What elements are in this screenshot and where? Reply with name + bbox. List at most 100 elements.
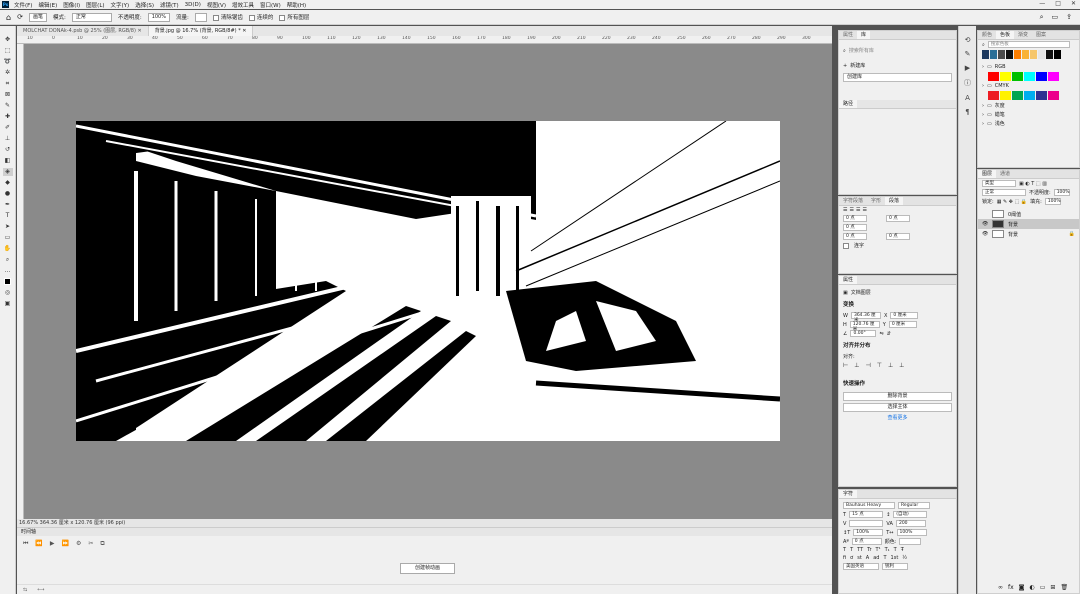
quick-actions-title[interactable]: 快速操作 bbox=[839, 376, 956, 390]
color-swatch[interactable] bbox=[1036, 91, 1047, 100]
workspace-icon[interactable]: ▭ bbox=[1052, 13, 1059, 22]
font-style-dropdown[interactable]: Regular bbox=[898, 502, 930, 509]
plus-icon[interactable]: + bbox=[843, 63, 847, 69]
menu-type[interactable]: 文字(Y) bbox=[111, 1, 130, 9]
angle-field[interactable]: 0.00° bbox=[850, 330, 877, 337]
play-actions-icon[interactable]: ▶ bbox=[965, 64, 970, 72]
color-swatch-icon[interactable] bbox=[3, 278, 13, 286]
menu-layer[interactable]: 图层(L) bbox=[86, 1, 104, 9]
select-subject-button[interactable]: 选择主体 bbox=[843, 403, 952, 412]
transition-icon[interactable]: ⧉ bbox=[100, 540, 104, 548]
shape-tool-icon[interactable]: ▭ bbox=[3, 234, 13, 242]
tab-patterns[interactable]: 图案 bbox=[1032, 31, 1050, 39]
eyedropper-tool-icon[interactable]: ✎ bbox=[3, 102, 13, 110]
indent-right-field[interactable]: 0 点 bbox=[886, 215, 910, 222]
tab-color[interactable]: 颜色 bbox=[978, 31, 996, 39]
screen-mode-icon[interactable]: ▣ bbox=[3, 300, 13, 308]
zoom-tool-icon[interactable]: ⌕ bbox=[3, 256, 13, 264]
flip-h-icon[interactable]: ⇋ bbox=[879, 331, 883, 337]
first-frame-icon[interactable]: ⏮ bbox=[23, 540, 28, 548]
layer-opacity-field[interactable]: 100% bbox=[1053, 189, 1070, 196]
color-swatch[interactable] bbox=[1022, 50, 1029, 59]
menu-help[interactable]: 帮助(H) bbox=[287, 1, 306, 9]
quick-mask-icon[interactable]: ◎ bbox=[3, 289, 13, 297]
history-icon[interactable]: ⟲ bbox=[965, 36, 971, 44]
menu-view[interactable]: 视图(V) bbox=[207, 1, 226, 9]
contiguous-option[interactable]: 连续的 bbox=[248, 13, 273, 21]
tracking-field[interactable]: 200 bbox=[895, 520, 926, 527]
color-swatch[interactable] bbox=[1006, 50, 1013, 59]
language-dropdown[interactable]: 美国英语 bbox=[843, 563, 879, 570]
mask-icon[interactable]: ◙ bbox=[1019, 584, 1025, 591]
tab-paths[interactable]: 路径 bbox=[839, 100, 858, 108]
tab-channels[interactable]: 通道 bbox=[996, 170, 1014, 178]
library-item[interactable]: 创建库 bbox=[843, 73, 952, 82]
color-swatch[interactable] bbox=[998, 50, 1005, 59]
horizontal-scale-field[interactable]: 100% bbox=[896, 529, 927, 536]
marquee-tool-icon[interactable]: ⬚ bbox=[3, 47, 13, 55]
antialias-dropdown[interactable]: 锐利 bbox=[882, 563, 908, 570]
layer-kind-filter[interactable]: 类型 bbox=[982, 180, 1016, 187]
color-swatch[interactable] bbox=[1024, 72, 1035, 81]
search-icon[interactable]: ⌕ bbox=[1040, 13, 1044, 22]
flip-v-icon[interactable]: ⇵ bbox=[887, 331, 891, 337]
magic-wand-tool-icon[interactable]: ✲ bbox=[3, 69, 13, 77]
dodge-tool-icon[interactable]: ● bbox=[3, 190, 13, 198]
filter-icons[interactable]: ▣ ◐ T ⬚ ▥ bbox=[1019, 181, 1047, 187]
color-swatch[interactable] bbox=[1014, 50, 1021, 59]
next-frame-icon[interactable]: ⏩ bbox=[62, 540, 69, 548]
align-vcenter-icon[interactable]: ⊥ bbox=[888, 362, 893, 369]
tab-properties[interactable]: 属性 bbox=[839, 31, 857, 39]
color-swatch[interactable] bbox=[1048, 91, 1059, 100]
menu-select[interactable]: 选择(S) bbox=[135, 1, 154, 9]
color-swatch[interactable] bbox=[1000, 91, 1011, 100]
lock-icons[interactable]: ▦ ✎ ✥ ⬚ 🔒 bbox=[997, 199, 1027, 205]
convert-icon[interactable]: ⇆ bbox=[23, 587, 27, 593]
first-line-field[interactable]: 0 点 bbox=[843, 224, 867, 231]
align-right-icon[interactable]: ☰ bbox=[856, 207, 860, 213]
color-swatch[interactable] bbox=[1054, 50, 1061, 59]
tab-glyphs[interactable]: 字形 bbox=[867, 197, 885, 205]
swatch-group-pastel[interactable]: 蜡笔 bbox=[995, 111, 1005, 118]
align-left-edges-icon[interactable]: ⊢ bbox=[843, 362, 848, 369]
antialias-option[interactable]: 清除锯齿 bbox=[212, 13, 243, 21]
color-swatch[interactable] bbox=[982, 50, 989, 59]
fill-field[interactable]: 100% bbox=[1044, 198, 1061, 205]
paragraph-panel-icon[interactable]: ¶ bbox=[965, 108, 969, 116]
swatches-search[interactable]: 搜索色板 bbox=[987, 41, 1070, 48]
move-tool-icon[interactable]: ✥ bbox=[3, 36, 13, 44]
brush-settings-icon[interactable]: ✎ bbox=[965, 50, 971, 58]
color-swatch[interactable] bbox=[1046, 50, 1053, 59]
hyphenate-label[interactable]: 连字 bbox=[854, 242, 864, 249]
type-tool-icon[interactable]: T bbox=[3, 212, 13, 220]
pen-tool-icon[interactable]: ✒ bbox=[3, 201, 13, 209]
new-layer-icon[interactable]: ⊞ bbox=[1050, 584, 1055, 591]
eye-icon[interactable]: 👁 bbox=[982, 221, 988, 227]
align-bottom-edges-icon[interactable]: ⊥ bbox=[899, 362, 904, 369]
crop-tool-icon[interactable]: ⌗ bbox=[3, 80, 13, 88]
group-icon[interactable]: ▭ bbox=[1040, 584, 1046, 591]
remove-background-button[interactable]: 删除背景 bbox=[843, 392, 952, 401]
menu-3d[interactable]: 3D(D) bbox=[185, 2, 201, 8]
font-family-dropdown[interactable]: Bauhaus Heavy bbox=[843, 502, 895, 509]
flow-field[interactable] bbox=[194, 12, 207, 22]
history-brush-tool-icon[interactable]: ↺ bbox=[3, 146, 13, 154]
layer-row-selected[interactable]: 👁 背景 bbox=[978, 219, 1079, 229]
space-after-field[interactable]: 0 点 bbox=[886, 233, 910, 240]
close-button[interactable]: ✕ bbox=[1071, 0, 1076, 7]
swatch-group-light[interactable]: 浅色 bbox=[995, 120, 1005, 127]
align-right-edges-icon[interactable]: ⊣ bbox=[865, 362, 870, 369]
brush-tool-icon[interactable]: ⟳ bbox=[17, 13, 23, 21]
color-swatch[interactable] bbox=[1012, 72, 1023, 81]
color-swatch[interactable] bbox=[1024, 91, 1035, 100]
eraser-tool-icon[interactable]: ◧ bbox=[3, 157, 13, 165]
settings-icon[interactable]: ⚙ bbox=[76, 540, 81, 548]
healing-tool-icon[interactable]: ✚ bbox=[3, 113, 13, 121]
hand-tool-icon[interactable]: ✋ bbox=[3, 245, 13, 253]
color-swatch[interactable] bbox=[1036, 72, 1047, 81]
color-swatch[interactable] bbox=[988, 72, 999, 81]
justify-icon[interactable]: ☰ bbox=[862, 207, 866, 213]
color-swatch[interactable] bbox=[1012, 91, 1023, 100]
swatch-group-grayscale[interactable]: 灰度 bbox=[995, 102, 1005, 109]
stamp-tool-icon[interactable]: ⊥ bbox=[3, 135, 13, 143]
